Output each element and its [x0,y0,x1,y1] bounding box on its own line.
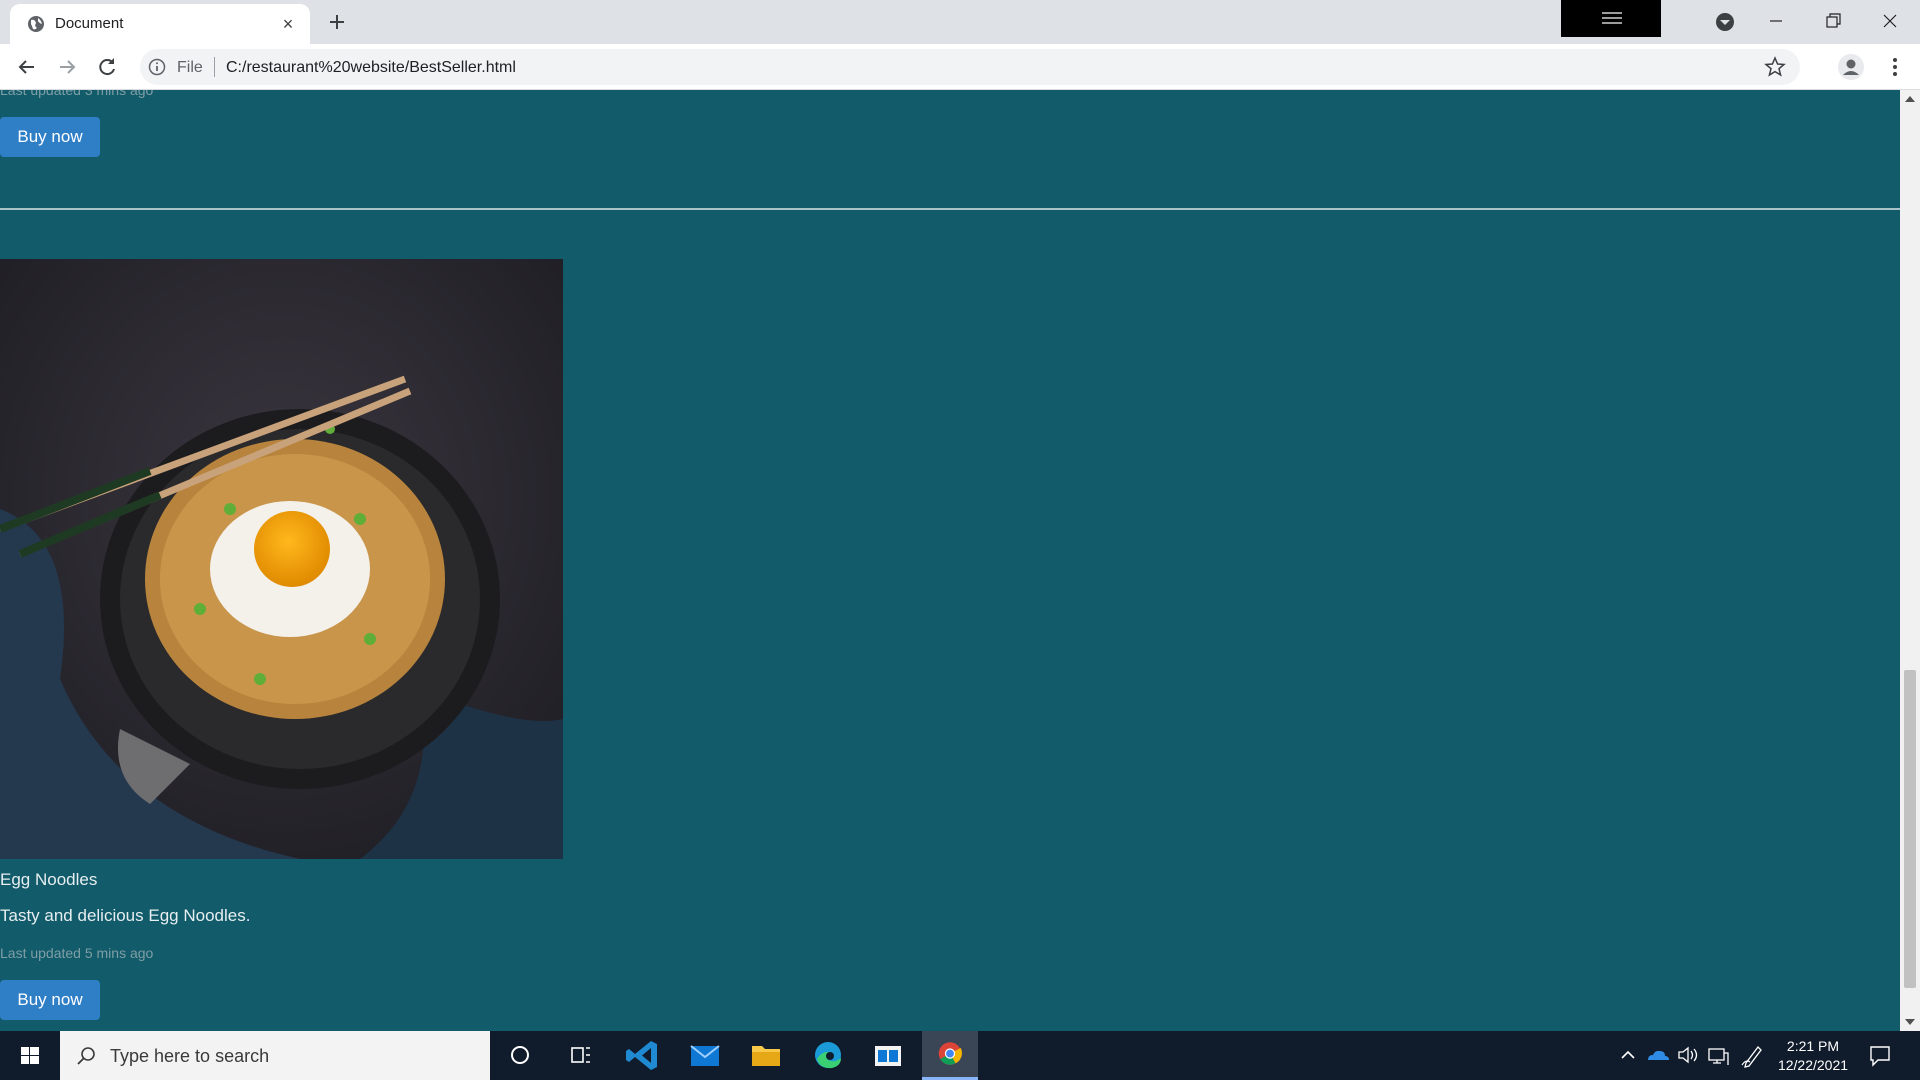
clock-time: 2:21 PM [1786,1038,1840,1054]
store-icon[interactable] [860,1031,916,1080]
page-scrollbar[interactable] [1900,90,1920,1031]
new-tab-icon[interactable] [323,8,351,36]
volume-icon[interactable] [1674,1031,1702,1080]
buy-now-button[interactable]: Buy now [0,117,100,157]
more-menu-icon[interactable] [1882,54,1908,80]
restore-icon[interactable] [1813,4,1853,38]
taskbar-search-box[interactable]: Type here to search [60,1031,490,1080]
scroll-thumb[interactable] [1904,670,1916,988]
reload-icon[interactable] [93,53,121,81]
cortana-icon[interactable] [492,1031,548,1080]
show-hidden-icons-icon[interactable] [1614,1031,1642,1080]
dish-name: Egg Noodles [0,870,98,889]
bookmark-star-icon[interactable] [1764,56,1786,78]
tab-title: Document [55,15,124,32]
page-viewport: Last updated 3 mins ago Buy now Egg Nood… [0,90,1900,1031]
address-bar[interactable]: File C:/restaurant%20website/BestSeller.… [140,49,1800,85]
scroll-up-icon[interactable] [1905,96,1915,102]
dish-last-updated: Last updated 5 mins ago [0,945,154,961]
previous-item-last-updated: Last updated 3 mins ago [0,90,154,98]
network-icon[interactable] [1704,1031,1732,1080]
tab-strip: Document × [0,0,1920,44]
onedrive-icon[interactable] [1643,1031,1671,1080]
edge-icon[interactable] [800,1031,856,1080]
close-window-icon[interactable] [1870,4,1910,38]
clock-date: 12/22/2021 [1777,1057,1849,1073]
pen-workspace-icon[interactable] [1738,1031,1766,1080]
profile-dropdown-icon[interactable] [1705,4,1745,38]
hamburger-icon [1602,12,1622,24]
file-explorer-icon[interactable] [738,1031,794,1080]
mail-icon[interactable] [677,1031,733,1080]
dish-description: Tasty and delicious Egg Noodles. [0,906,251,925]
vscode-icon[interactable] [615,1031,671,1080]
tab-close-icon[interactable]: × [276,12,300,36]
search-placeholder: Type here to search [110,1046,270,1066]
info-icon[interactable] [147,57,167,77]
section-divider [0,208,1900,210]
chrome-icon[interactable] [922,1031,978,1080]
browser-toolbar: File C:/restaurant%20website/BestSeller.… [0,44,1920,90]
scroll-down-icon[interactable] [1905,1019,1915,1025]
forward-icon[interactable] [53,53,81,81]
task-view-icon[interactable] [552,1031,608,1080]
address-scheme: File [177,59,203,76]
windows-taskbar: Type here to search 2:21 PM 12/22/2021 [0,1031,1920,1080]
buy-now-button[interactable]: Buy now [0,980,100,1020]
action-center-icon[interactable] [1866,1041,1894,1069]
address-separator [214,57,215,77]
minimize-icon[interactable] [1756,4,1796,38]
egg-noodles-image [0,259,563,859]
globe-icon [28,16,44,32]
profile-avatar-icon[interactable] [1838,54,1864,80]
search-icon [77,1047,95,1065]
browser-tab[interactable]: Document × [10,4,310,44]
overlay-menu[interactable] [1561,0,1661,37]
address-url[interactable]: C:/restaurant%20website/BestSeller.html [226,59,516,77]
windows-start-icon[interactable] [2,1031,58,1080]
back-icon[interactable] [13,53,41,81]
system-clock[interactable]: 2:21 PM 12/22/2021 [1772,1037,1854,1075]
